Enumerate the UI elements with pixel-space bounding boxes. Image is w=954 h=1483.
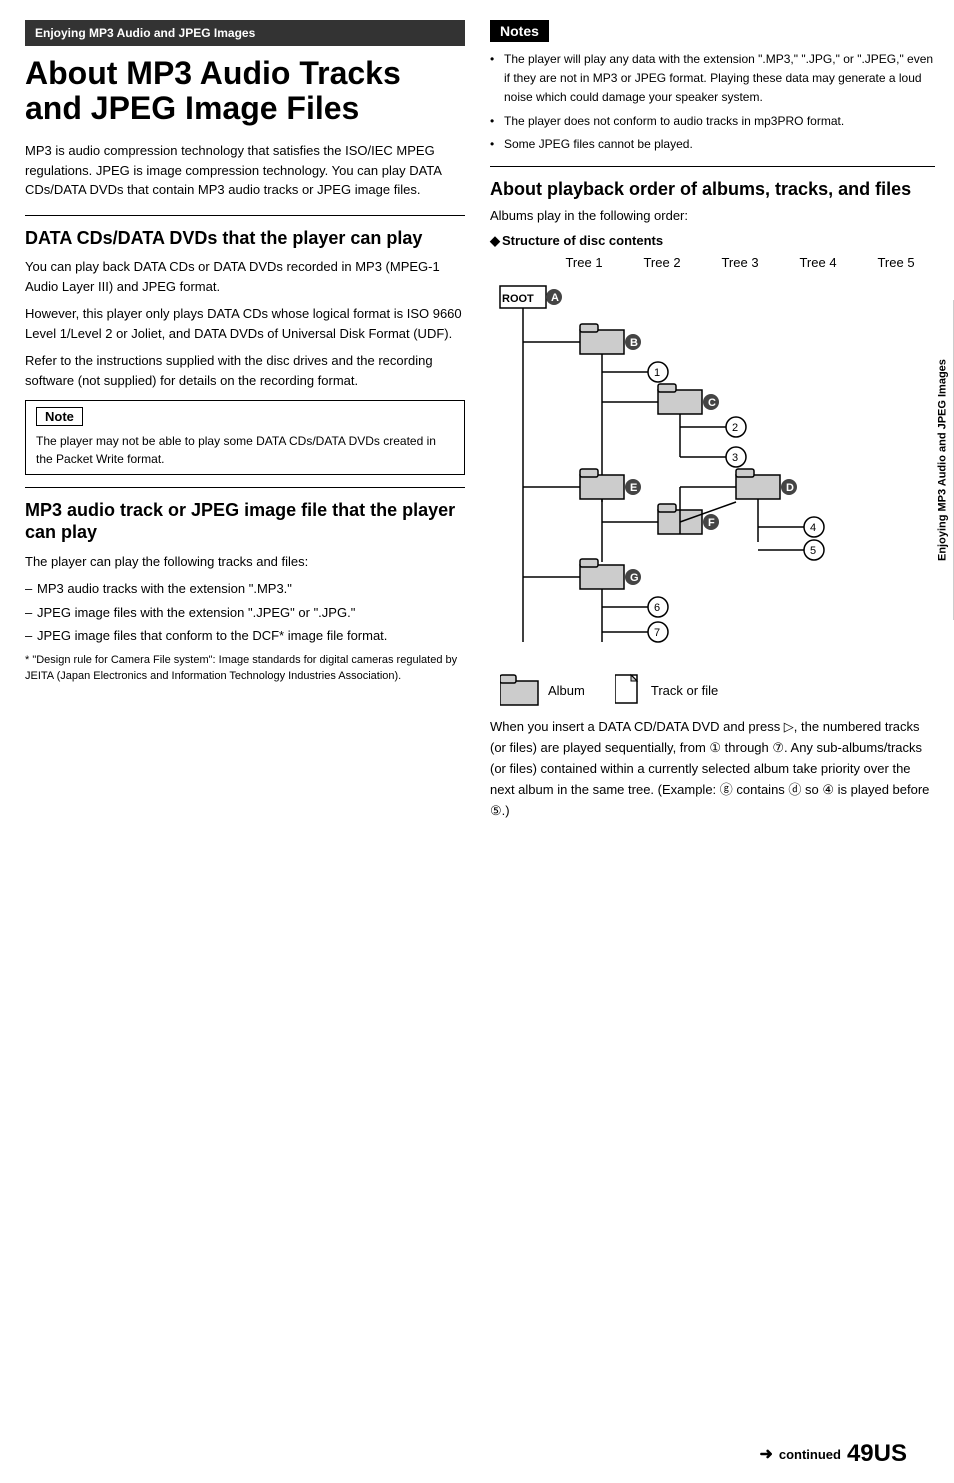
section1-title: DATA CDs/DATA DVDs that the player can p… [25, 228, 465, 250]
section1-body1: You can play back DATA CDs or DATA DVDs … [25, 257, 465, 296]
svg-text:D: D [786, 482, 794, 494]
note-item: The player does not conform to audio tra… [490, 112, 935, 131]
svg-text:2: 2 [732, 422, 738, 434]
notes-list: The player will play any data with the e… [490, 50, 935, 154]
section2-list: MP3 audio tracks with the extension ".MP… [25, 579, 465, 646]
notes-title: Notes [490, 20, 549, 42]
tree-svg: .album-rect { fill: #ccc; stroke: #000; … [490, 272, 880, 662]
svg-text:A: A [551, 292, 559, 304]
list-item: MP3 audio tracks with the extension ".MP… [25, 579, 465, 599]
notes-section: Notes The player will play any data with… [490, 20, 935, 154]
file-label: Track or file [651, 683, 718, 698]
note-text-1: The player may not be able to play some … [36, 432, 454, 468]
tree-header-3: Tree 3 [701, 255, 779, 270]
bottom-bar: ➜ continued 49US [759, 1440, 907, 1468]
page-title: About MP3 Audio Tracks and JPEG Image Fi… [25, 56, 465, 126]
tree-diagram: .album-rect { fill: #ccc; stroke: #000; … [490, 272, 935, 665]
intro-paragraph: MP3 is audio compression technology that… [25, 141, 465, 200]
svg-text:F: F [708, 517, 715, 529]
note-box-1: Note The player may not be able to play … [25, 400, 465, 475]
tree-header-4: Tree 4 [779, 255, 857, 270]
svg-text:E: E [630, 482, 637, 494]
tree-header-5: Tree 5 [857, 255, 935, 270]
svg-text:G: G [630, 572, 639, 584]
section1-body2: However, this player only plays DATA CDs… [25, 304, 465, 343]
continued-label: continued [779, 1447, 841, 1462]
section2-title: MP3 audio track or JPEG image file that … [25, 500, 465, 543]
section3-title: About playback order of albums, tracks, … [490, 179, 935, 200]
legend-album: Album [500, 673, 585, 707]
svg-text:6: 6 [654, 602, 660, 614]
page-number: 49US [847, 1440, 907, 1468]
album-icon [500, 673, 540, 707]
tree-header-1: Tree 1 [545, 255, 623, 270]
continued-arrow: ➜ [759, 1444, 772, 1464]
breadcrumb: Enjoying MP3 Audio and JPEG Images [25, 20, 465, 46]
svg-text:4: 4 [810, 522, 816, 534]
svg-text:1: 1 [654, 367, 660, 379]
section2-intro: The player can play the following tracks… [25, 552, 465, 572]
tree-headers: Tree 1 Tree 2 Tree 3 Tree 4 Tree 5 [490, 255, 935, 270]
note-item: The player will play any data with the e… [490, 50, 935, 108]
sidebar-tab: Enjoying MP3 Audio and JPEG Images [932, 300, 954, 620]
section1-body3: Refer to the instructions supplied with … [25, 351, 465, 390]
legend-file: Track or file [615, 673, 718, 707]
svg-text:ROOT: ROOT [502, 293, 534, 305]
structure-label: Structure of disc contents [490, 233, 935, 249]
svg-text:3: 3 [732, 452, 738, 464]
section3-intro: Albums play in the following order: [490, 206, 935, 226]
svg-text:5: 5 [810, 545, 816, 557]
file-icon [615, 673, 643, 707]
list-item: JPEG image files that conform to the DCF… [25, 626, 465, 646]
tree-legend: Album Track or file [490, 673, 935, 707]
divider1 [25, 215, 465, 216]
album-label: Album [548, 683, 585, 698]
svg-text:B: B [630, 337, 638, 349]
note-title-1: Note [36, 407, 83, 426]
playback-text: When you insert a DATA CD/DATA DVD and p… [490, 717, 935, 821]
divider3 [490, 166, 935, 167]
divider2 [25, 487, 465, 488]
footnote: * "Design rule for Camera File system": … [25, 652, 465, 685]
svg-text:C: C [708, 397, 716, 409]
svg-text:7: 7 [654, 627, 660, 639]
tree-header-2: Tree 2 [623, 255, 701, 270]
list-item: JPEG image files with the extension ".JP… [25, 603, 465, 623]
note-item: Some JPEG files cannot be played. [490, 135, 935, 154]
